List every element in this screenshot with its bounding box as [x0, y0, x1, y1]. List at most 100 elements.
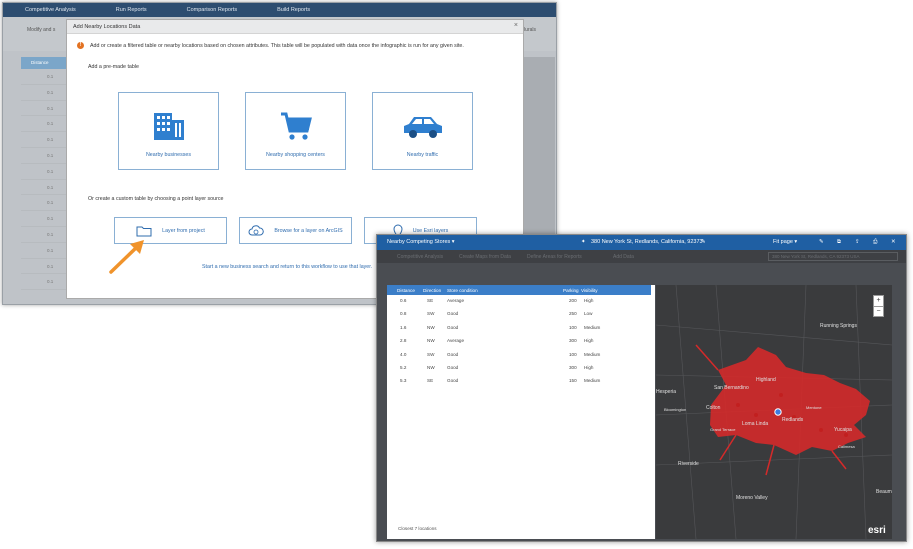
table-cell: Medium [584, 351, 601, 357]
front-window: Nearby Competing Stores ▾ ✦ 380 New York… [376, 234, 907, 542]
map-label: Mentone [806, 405, 822, 410]
table-cell: SE [427, 298, 434, 303]
dialog-title-bar: Add Nearby Locations Data × [67, 20, 523, 34]
share-icon[interactable]: ⇪ [855, 239, 860, 245]
tab-define-areas[interactable]: Define Areas for Reports [527, 254, 582, 260]
table-cell: NW [427, 338, 435, 344]
nav-tab-build-reports[interactable]: Build Reports [255, 7, 328, 13]
tab-competitive-analysis[interactable]: Competitive Analysis [397, 254, 443, 260]
map-label: Loma Linda [742, 421, 768, 427]
table-cell: Good [447, 311, 459, 317]
table-header: Distance Direction Store condition Parki… [387, 285, 651, 295]
table-row: 4.0 SW Good 100 Medium [387, 349, 651, 362]
table-cell: 150 [569, 378, 577, 384]
shopping-cart-icon [246, 111, 345, 141]
tab-create-maps[interactable]: Create Maps from Data [459, 254, 511, 260]
table-cell: High [584, 338, 594, 344]
pencil-icon[interactable]: ✎ [701, 239, 706, 245]
table-cell: NW [427, 364, 435, 370]
table-cell: High [584, 364, 594, 370]
header-distance: Distance [397, 288, 415, 293]
premade-label: Add a pre-made table [88, 64, 139, 70]
table-cell: SE [427, 378, 434, 384]
info-message: ! Add or create a filtered table or near… [77, 42, 464, 49]
table-cell: Good [447, 364, 459, 370]
arrow-icon [109, 240, 144, 274]
table-row: 1.6 NW Good 100 Medium [387, 322, 651, 335]
new-business-search-link[interactable]: Start a new business search and return t… [202, 264, 372, 270]
card-label: Nearby traffic [406, 152, 439, 158]
map-label: Grand Terrace [710, 427, 736, 432]
background-grid: Distance 0.1 0.1 0.1 0.1 0.1 0.1 0.1 0.1… [21, 57, 73, 297]
esri-logo: esri [868, 525, 886, 536]
map-label: Riverside [678, 461, 699, 467]
card-nearby-shopping-centers[interactable]: Nearby shopping centers [245, 92, 346, 170]
grid-header: Distance [21, 57, 69, 69]
table-cell: Medium [584, 324, 601, 330]
card-nearby-businesses[interactable]: Nearby businesses [118, 92, 219, 170]
map-label: Colton [706, 405, 721, 411]
table-row: 0.6 SE Average 200 High [387, 295, 651, 308]
table-cell: SW [427, 351, 435, 357]
zoom-control: + − [873, 295, 884, 317]
table-cell: 300 [569, 364, 577, 370]
tab-add-data[interactable]: Add Data [613, 254, 634, 260]
edit-icon[interactable]: ✎ [819, 239, 824, 245]
address-search-box[interactable]: 380 New York St, Redlands, CA 92373 USA [768, 252, 898, 261]
table-row: 5.3 SE Good 150 Medium [387, 375, 651, 388]
close-icon[interactable]: ✕ [891, 239, 896, 245]
table-footer: Closest 7 locations [398, 526, 437, 531]
map-label: Redlands [782, 417, 804, 423]
top-nav: Competitive Analysis Run Reports Compari… [3, 3, 556, 17]
competing-stores-table: Distance Direction Store condition Parki… [387, 285, 651, 389]
location-pin-icon: ✦ [581, 239, 586, 245]
browse-arcgis-button[interactable]: Browse for a layer on ArcGIS [239, 217, 352, 244]
table-cell: 5.2 [400, 364, 407, 370]
building-icon [119, 111, 218, 141]
header-store-condition: Store condition [447, 288, 478, 293]
info-text: Add or create a filtered table or nearby… [90, 42, 464, 49]
table-cell: 4.0 [400, 351, 407, 357]
fit-page-dropdown[interactable]: Fit page ▾ [773, 239, 797, 245]
nav-tab-competitive-analysis[interactable]: Competitive Analysis [3, 7, 94, 13]
table-row: 0.8 SW Good 250 Low [387, 308, 651, 321]
zoom-in-button[interactable]: + [874, 296, 883, 306]
table-cell: 1.6 [400, 324, 407, 330]
header-visibility: Visibility [581, 288, 598, 293]
warning-icon: ! [77, 42, 84, 49]
open-external-icon[interactable]: ⧉ [837, 239, 841, 246]
card-label: Nearby businesses [145, 152, 192, 158]
map-label: Calimesa [838, 444, 855, 449]
car-icon [373, 111, 472, 141]
zoom-out-button[interactable]: − [874, 306, 883, 317]
location-marker[interactable] [774, 408, 782, 416]
table-cell: 100 [569, 351, 577, 357]
button-label: Use Esri layers [412, 227, 449, 234]
address-title: 380 New York St, Redlands, California, 9… [591, 239, 703, 245]
print-icon[interactable]: ⎙ [873, 239, 877, 246]
button-label: Browse for a layer on ArcGIS [274, 227, 343, 234]
map-label: Running Springs [820, 323, 857, 329]
cloud-browse-icon [248, 224, 265, 235]
table-row: 5.2 NW Good 300 High [387, 362, 651, 375]
infographic-body: Distance Direction Store condition Parki… [377, 263, 906, 541]
table-cell: Good [447, 378, 459, 384]
table-cell: NW [427, 324, 435, 330]
table-cell: 200 [569, 298, 577, 303]
map-label: Highland [756, 377, 776, 383]
table-cell: 0.6 [400, 298, 407, 303]
button-label: Layer from project [162, 227, 205, 234]
nav-tab-comparison-reports[interactable]: Comparison Reports [165, 7, 255, 13]
header-direction: Direction [423, 288, 442, 293]
map-label: Hesperia [656, 389, 676, 395]
folder-icon [136, 226, 152, 236]
infographic-header: Nearby Competing Stores ▾ ✦ 380 New York… [377, 235, 906, 250]
close-icon[interactable]: × [514, 22, 518, 29]
card-nearby-traffic[interactable]: Nearby traffic [372, 92, 473, 170]
nav-tab-run-reports[interactable]: Run Reports [94, 7, 165, 13]
table-cell: Medium [584, 378, 601, 384]
infographic-dropdown[interactable]: Nearby Competing Stores ▾ [387, 239, 455, 245]
table-cell: 300 [569, 338, 577, 344]
drive-time-map[interactable]: Running Springs Highland San Bernardino … [656, 285, 892, 539]
dialog-title: Add Nearby Locations Data [73, 24, 141, 30]
